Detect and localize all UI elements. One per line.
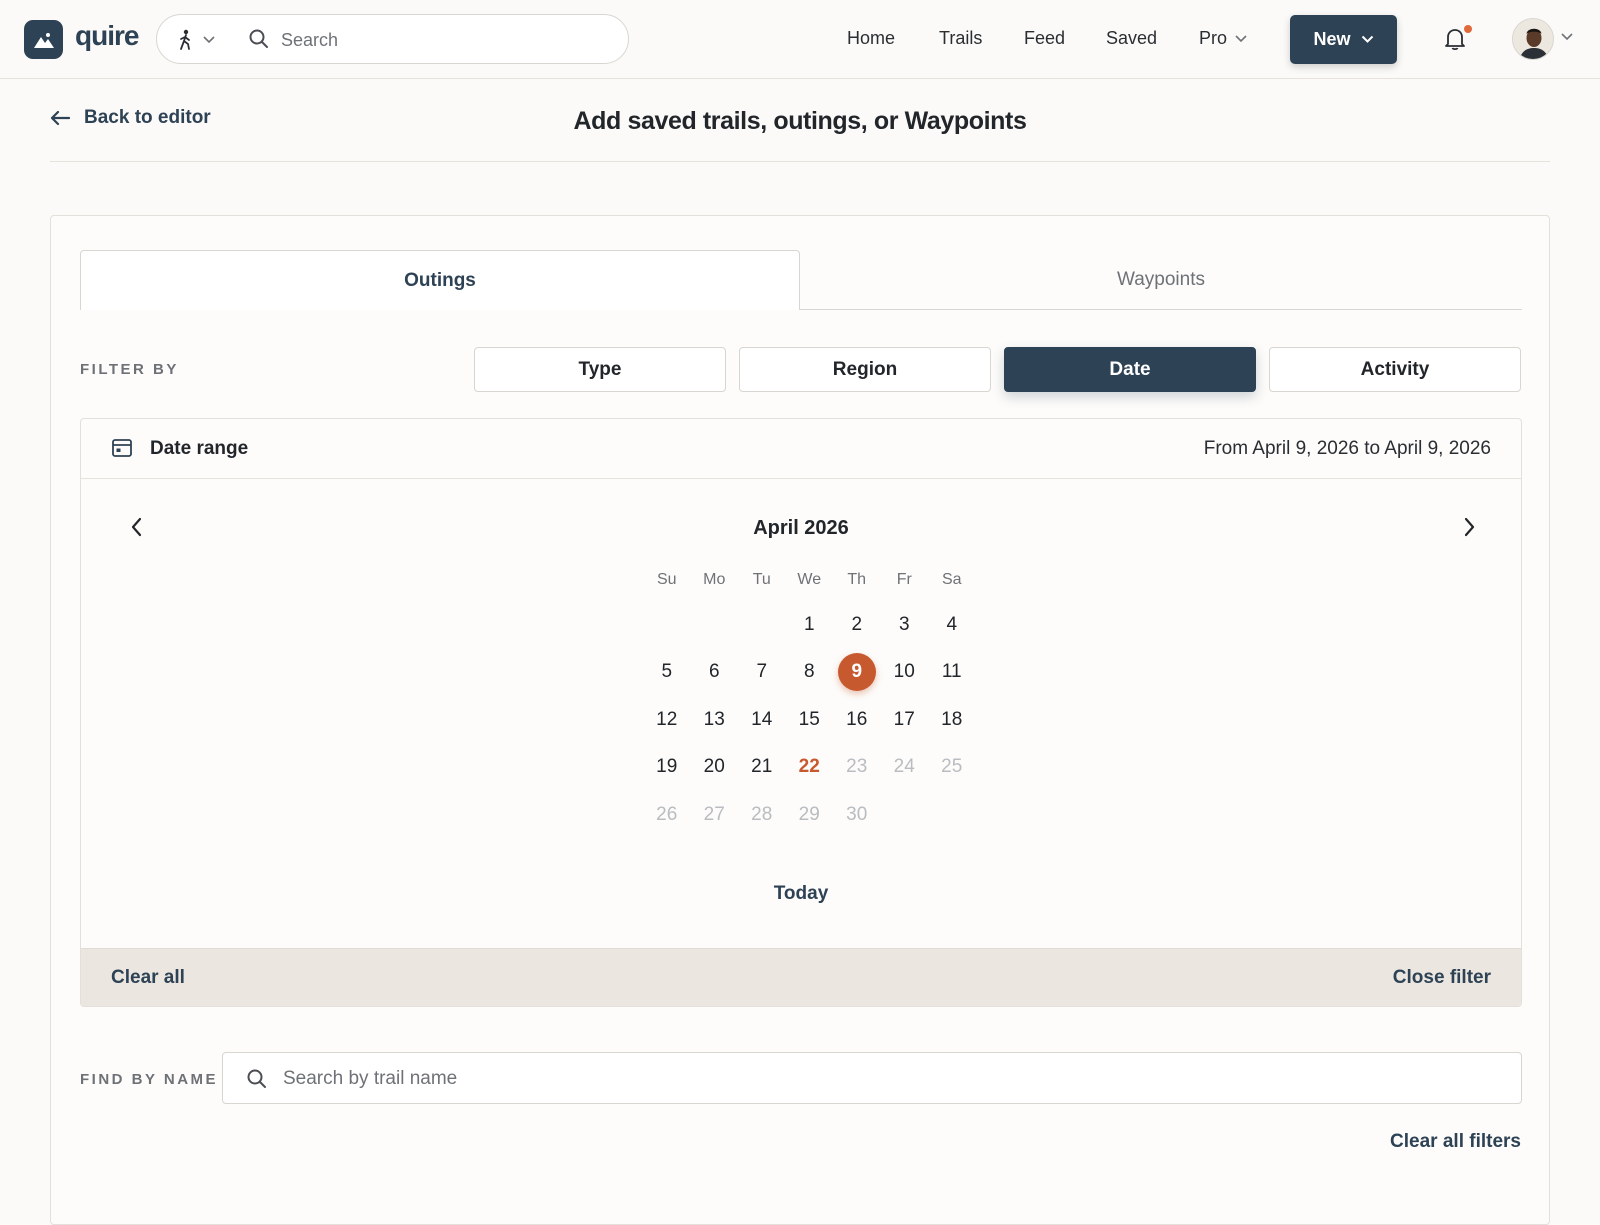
calendar-day-5[interactable]: 5 [643,649,691,697]
calendar-day-17[interactable]: 17 [881,696,929,744]
top-navigation: quire Home Trails Feed Saved Pro New [0,0,1600,79]
nav-home[interactable]: Home [847,28,895,49]
today-button[interactable]: Today [81,883,1521,905]
filter-date-button[interactable]: Date [1004,347,1256,392]
clear-all-filters-button[interactable]: Clear all filters [1390,1131,1521,1153]
nav-pro-label: Pro [1199,28,1228,48]
trail-name-search [222,1052,1522,1104]
calendar-day-3[interactable]: 3 [881,601,929,649]
chevron-down-icon [1235,34,1247,42]
weekday-label: Mo [703,571,726,588]
tab-bar: Outings Waypoints [80,250,1522,310]
calendar-day-15[interactable]: 15 [786,696,834,744]
calendar-icon [112,439,132,457]
calendar-day-27: 27 [703,803,725,825]
calendar-day-4[interactable]: 4 [928,601,976,649]
calendar-day-24: 24 [893,756,915,778]
hiker-icon [180,29,190,50]
calendar-day-20[interactable]: 20 [691,744,739,792]
filter-by-label: FILTER BY [80,361,179,378]
global-search [156,14,629,64]
nav-saved[interactable]: Saved [1106,28,1157,49]
filter-region-button[interactable]: Region [739,347,991,392]
calendar-empty-cell [881,791,929,839]
calendar-week-row: 5 6 7 8 9 10 11 [643,649,976,697]
calendar-grid: Su Mo Tu We Th Fr Sa 1 2 3 4 5 6 7 8 9 10 11 12 13 14 15 16 17… [643,571,976,839]
date-panel-footer: Clear all Close filter [81,948,1521,1006]
calendar-day-2[interactable]: 2 [833,601,881,649]
calendar-day-18[interactable]: 18 [928,696,976,744]
calendar-empty-cell [928,791,976,839]
chevron-down-icon [203,36,215,44]
tab-outings[interactable]: Outings [80,250,800,310]
trail-name-input[interactable] [283,1066,1483,1092]
calendar-day-1[interactable]: 1 [786,601,834,649]
calendar-week-row: 1234 [643,601,976,649]
weekday-label: Sa [941,571,962,588]
calendar-day-8[interactable]: 8 [786,649,834,697]
brand-name[interactable]: quire [75,20,139,52]
date-filter-panel: Date range From April 9, 2026 to April 9… [80,418,1522,1007]
calendar-day-7[interactable]: 7 [738,649,786,697]
avatar[interactable] [1512,18,1554,60]
calendar-day-19[interactable]: 19 [643,744,691,792]
new-button-label: New [1313,29,1351,49]
calendar-day-26: 26 [656,803,678,825]
calendar-week-row: 19 20 21 22 23 24 25 [643,744,976,792]
calendar-day-10[interactable]: 10 [881,649,929,697]
nav-feed[interactable]: Feed [1024,28,1065,49]
weekday-label: We [797,571,822,588]
weekday-label: Th [847,571,867,588]
tab-waypoints[interactable]: Waypoints [800,250,1522,310]
calendar-week-row: 12 13 14 15 16 17 18 [643,696,976,744]
notification-dot [1464,25,1472,33]
calendar-day-11[interactable]: 11 [928,649,976,697]
date-range-value: From April 9, 2026 to April 9, 2026 [1203,438,1491,459]
calendar-day-22[interactable]: 22 [786,744,834,792]
picker-card: Outings Waypoints FILTER BY Type Region … [50,215,1550,1225]
new-button[interactable]: New [1290,15,1397,64]
calendar-day-29: 29 [798,803,820,825]
calendar-empty-cell [738,601,786,649]
calendar-day-30: 30 [846,803,868,825]
chevron-down-icon [1361,35,1373,43]
filter-type-button[interactable]: Type [474,347,726,392]
calendar-day-16[interactable]: 16 [833,696,881,744]
search-icon [247,1069,266,1088]
weekday-label: Su [656,571,677,588]
calendar-day-23: 23 [846,756,868,778]
close-filter-button[interactable]: Close filter [1393,967,1491,989]
weekday-header: Su Mo Tu We Th Fr Sa [643,571,976,601]
page-title: Add saved trails, outings, or Waypoints [573,107,1027,135]
next-month-icon[interactable] [1462,517,1476,537]
search-input[interactable] [281,27,601,53]
nav-trails[interactable]: Trails [939,28,982,49]
filter-activity-button[interactable]: Activity [1269,347,1521,392]
calendar-day-9[interactable]: 9 [833,649,881,697]
activity-selector[interactable] [177,29,215,51]
weekday-label: Tu [752,571,771,588]
find-by-name-label: FIND BY NAME [80,1071,219,1088]
date-range-title: Date range [150,438,249,459]
calendar-empty-cell [691,601,739,649]
calendar-day-25: 25 [941,756,963,778]
calendar-empty-cell [643,601,691,649]
chevron-down-icon[interactable] [1561,33,1573,41]
weekday-label: Fr [896,571,912,588]
month-title: April 2026 [753,517,849,539]
calendar-day-14[interactable]: 14 [738,696,786,744]
search-icon [249,29,268,48]
date-range-header: Date range From April 9, 2026 to April 9… [81,419,1521,479]
logo-icon[interactable] [24,20,63,59]
clear-all-button[interactable]: Clear all [111,967,185,989]
notification-bell-icon[interactable] [1444,27,1466,51]
nav-pro-menu[interactable]: Pro [1199,28,1247,49]
calendar-day-12[interactable]: 12 [643,696,691,744]
calendar-week-row: 26 27 28 29 30 [643,791,976,839]
header-divider [50,161,1550,162]
calendar-day-21[interactable]: 21 [738,744,786,792]
calendar-day-28: 28 [751,803,773,825]
calendar-day-13[interactable]: 13 [691,696,739,744]
calendar-day-6[interactable]: 6 [691,649,739,697]
